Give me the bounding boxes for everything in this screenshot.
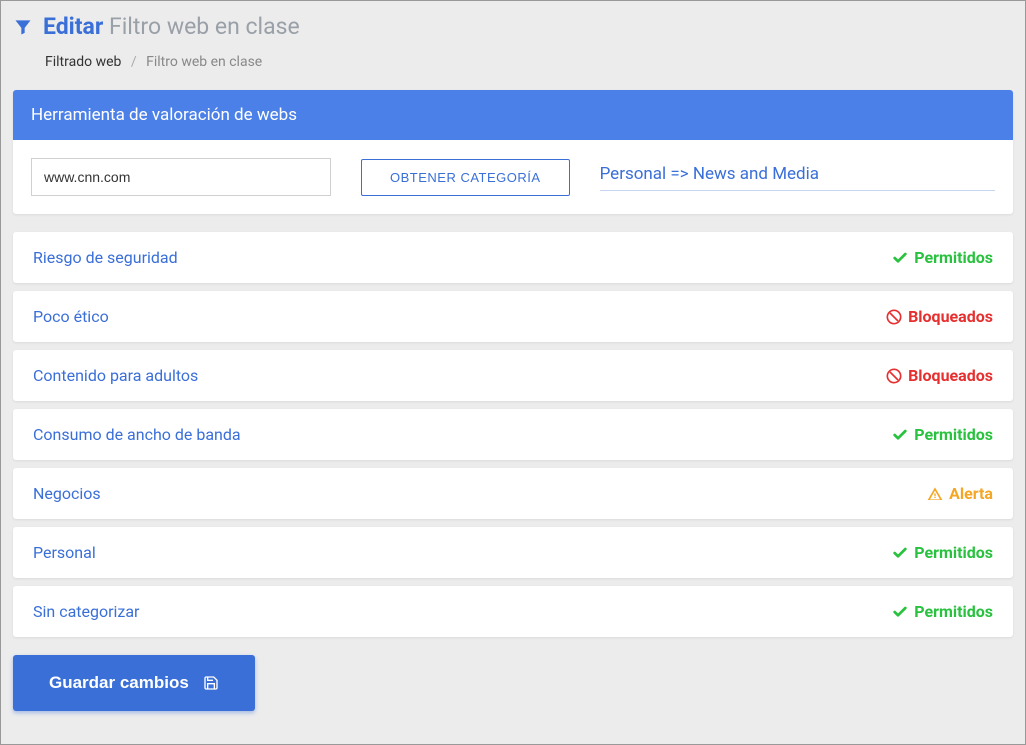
page-header: Editar Filtro web en clase xyxy=(13,13,1013,40)
category-row[interactable]: Contenido para adultos Bloqueados xyxy=(13,350,1013,401)
category-row[interactable]: Riesgo de seguridad Permitidos xyxy=(13,232,1013,283)
status-badge: Permitidos xyxy=(892,248,993,267)
check-icon xyxy=(892,250,908,266)
check-icon xyxy=(892,427,908,443)
breadcrumb-separator: / xyxy=(131,54,137,70)
status-label: Permitidos xyxy=(914,602,993,621)
page-title-strong: Editar xyxy=(43,13,103,40)
category-name: Contenido para adultos xyxy=(33,366,198,385)
category-row[interactable]: Personal Permitidos xyxy=(13,527,1013,578)
status-label: Permitidos xyxy=(914,248,993,267)
check-icon xyxy=(892,545,908,561)
status-badge: Permitidos xyxy=(892,602,993,621)
breadcrumb: Filtrado web / Filtro web en clase xyxy=(13,46,1013,90)
breadcrumb-parent[interactable]: Filtrado web xyxy=(45,54,121,70)
url-input[interactable] xyxy=(31,158,331,196)
category-list: Riesgo de seguridad Permitidos Poco ético B… xyxy=(13,232,1013,637)
category-name: Riesgo de seguridad xyxy=(33,248,178,267)
status-badge: Permitidos xyxy=(892,425,993,444)
rating-tool-panel: Herramienta de valoración de webs OBTENE… xyxy=(13,90,1013,214)
warning-icon xyxy=(927,486,943,502)
page-title: Editar Filtro web en clase xyxy=(43,13,300,40)
page-title-rest: Filtro web en clase xyxy=(109,13,300,40)
status-label: Bloqueados xyxy=(908,307,993,326)
category-name: Personal xyxy=(33,543,96,562)
category-row[interactable]: Consumo de ancho de banda Permitidos xyxy=(13,409,1013,460)
category-row[interactable]: Negocios Alerta xyxy=(13,468,1013,519)
breadcrumb-current: Filtro web en clase xyxy=(146,54,262,70)
category-row[interactable]: Poco ético Bloqueados xyxy=(13,291,1013,342)
block-icon xyxy=(886,309,902,325)
category-name: Consumo de ancho de banda xyxy=(33,425,241,444)
block-icon xyxy=(886,368,902,384)
rating-tool-body: OBTENER CATEGORÍA Personal => News and M… xyxy=(13,140,1013,214)
category-name: Sin categorizar xyxy=(33,602,139,621)
save-button-label: Guardar cambios xyxy=(49,673,189,693)
category-name: Negocios xyxy=(33,484,101,503)
status-label: Bloqueados xyxy=(908,366,993,385)
check-icon xyxy=(892,604,908,620)
status-label: Permitidos xyxy=(914,425,993,444)
status-badge: Permitidos xyxy=(892,543,993,562)
status-label: Alerta xyxy=(949,484,993,503)
save-button[interactable]: Guardar cambios xyxy=(13,655,255,711)
status-label: Permitidos xyxy=(914,543,993,562)
status-badge: Bloqueados xyxy=(886,307,993,326)
status-badge: Alerta xyxy=(927,484,993,503)
save-icon xyxy=(203,675,219,691)
category-result: Personal => News and Media xyxy=(600,164,995,191)
rating-tool-header: Herramienta de valoración de webs xyxy=(13,90,1013,140)
get-category-button[interactable]: OBTENER CATEGORÍA xyxy=(361,159,570,196)
category-name: Poco ético xyxy=(33,307,109,326)
status-badge: Bloqueados xyxy=(886,366,993,385)
filter-icon xyxy=(13,17,33,37)
category-row[interactable]: Sin categorizar Permitidos xyxy=(13,586,1013,637)
